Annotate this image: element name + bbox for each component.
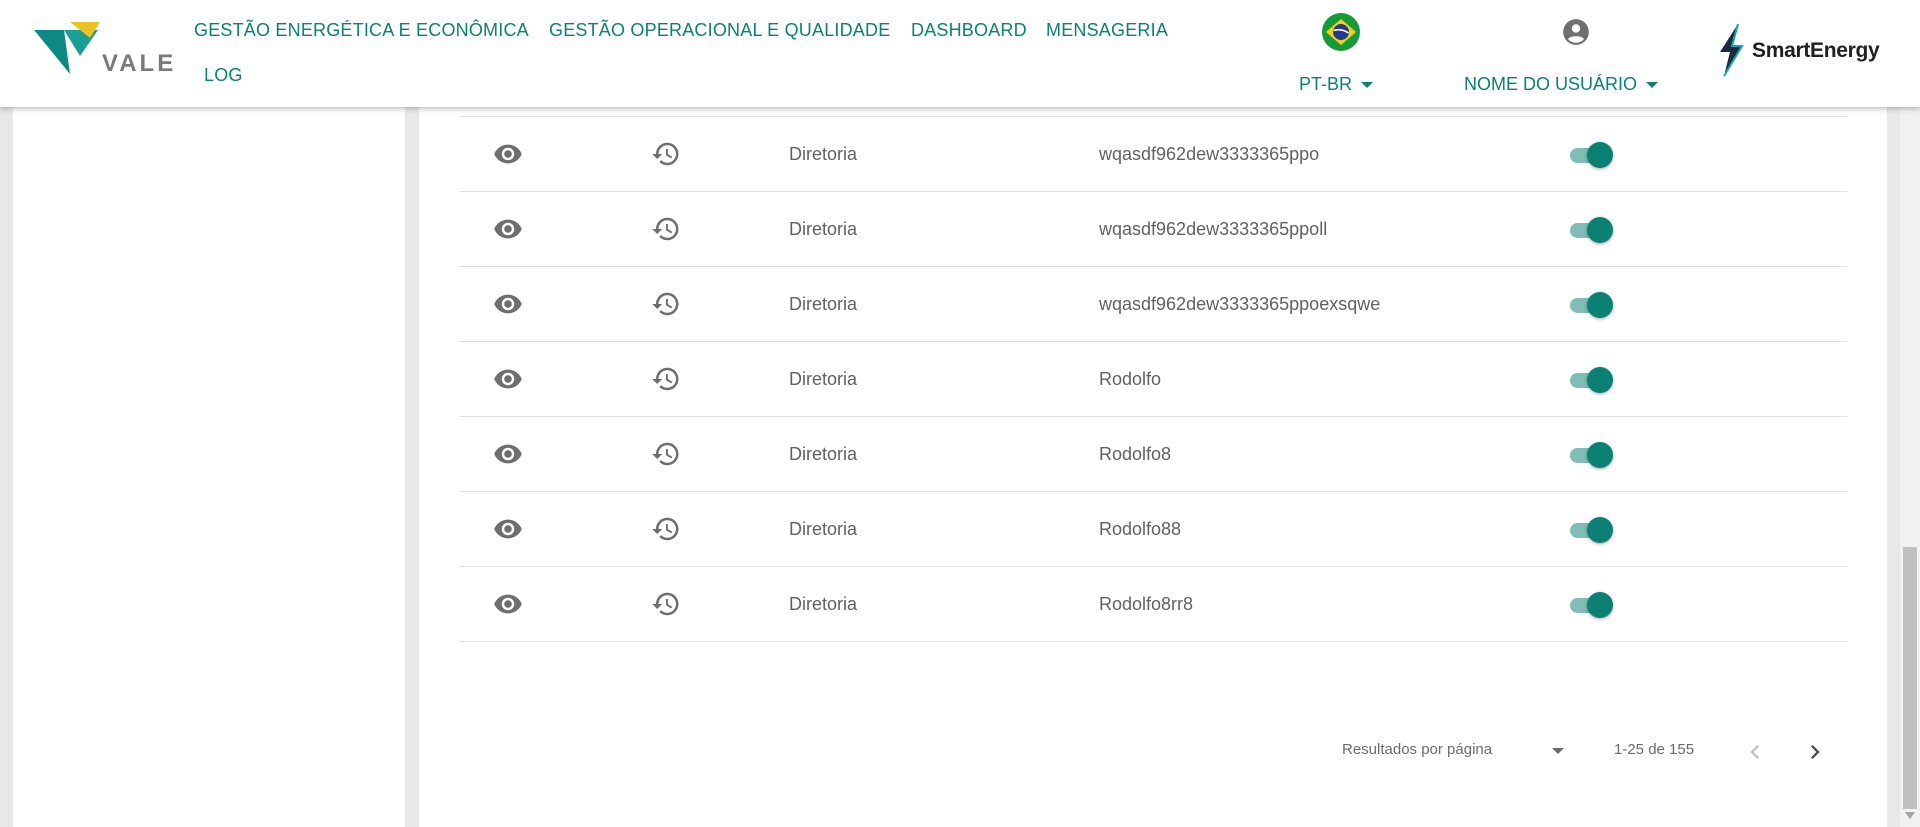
table-row: Diretoria wqasdf962dew3333365ppo: [459, 117, 1847, 192]
eye-icon[interactable]: [493, 417, 523, 491]
table-row: Diretoria Rodolfo8: [459, 417, 1847, 492]
nav-dashboard[interactable]: DASHBOARD: [911, 20, 1027, 41]
previous-page-button[interactable]: [1741, 738, 1769, 766]
active-toggle[interactable]: [1568, 442, 1614, 468]
eye-icon[interactable]: [493, 267, 523, 341]
lightning-bolt-icon: [1720, 23, 1744, 77]
smartenergy-logo-text: SmartEnergy: [1752, 39, 1880, 62]
row-name: Rodolfo88: [1099, 518, 1182, 539]
chevron-down-icon: [1646, 82, 1659, 89]
pagination-range: 1-25 de 155: [1614, 741, 1695, 758]
active-toggle[interactable]: [1568, 217, 1614, 243]
toggle-thumb: [1587, 217, 1613, 243]
table-row: Diretoria Rodolfo: [459, 342, 1847, 417]
vale-logo-icon: [34, 22, 100, 74]
scroll-down-arrow-icon[interactable]: [1905, 812, 1915, 819]
eye-icon[interactable]: [493, 117, 523, 191]
next-page-button[interactable]: [1801, 738, 1829, 766]
nav-log[interactable]: LOG: [204, 65, 243, 86]
chevron-right-icon: [1811, 745, 1820, 759]
top-header: VALE GESTÃO ENERGÉTICA E ECONÔMICA GESTÃ…: [0, 0, 1920, 107]
toggle-thumb: [1587, 517, 1613, 543]
vale-logo[interactable]: VALE: [34, 22, 173, 82]
row-area: Diretoria: [789, 443, 858, 464]
row-name: Rodolfo: [1099, 368, 1162, 389]
side-panel: [13, 107, 405, 827]
row-name: Rodolfo8rr8: [1099, 593, 1194, 614]
row-name: wqasdf962dew3333365ppoll: [1099, 218, 1328, 239]
active-toggle[interactable]: [1568, 367, 1614, 393]
row-area: Diretoria: [789, 218, 858, 239]
row-area: Diretoria: [789, 293, 858, 314]
toggle-thumb: [1587, 142, 1613, 168]
table-row: Diretoria wqasdf962dew3333365ppoexsqwe: [459, 267, 1847, 342]
row-area: Diretoria: [789, 368, 858, 389]
smartenergy-logo: SmartEnergy: [1712, 20, 1887, 80]
scrollbar-thumb[interactable]: [1903, 547, 1917, 809]
chevron-down-icon: [1552, 748, 1564, 754]
history-icon[interactable]: [651, 192, 681, 266]
eye-icon[interactable]: [493, 192, 523, 266]
active-toggle[interactable]: [1568, 142, 1614, 168]
row-name: Rodolfo8: [1099, 443, 1172, 464]
language-selector[interactable]: PT-BR: [1299, 74, 1374, 95]
user-menu[interactable]: NOME DO USUÁRIO: [1464, 74, 1659, 95]
chevron-down-icon: [1361, 82, 1374, 89]
vale-logo-text: VALE: [102, 50, 177, 77]
row-name: wqasdf962dew3333365ppoexsqwe: [1099, 293, 1381, 314]
eye-icon[interactable]: [493, 567, 523, 641]
active-toggle[interactable]: [1568, 517, 1614, 543]
history-icon[interactable]: [651, 417, 681, 491]
history-icon[interactable]: [651, 342, 681, 416]
history-icon[interactable]: [651, 117, 681, 191]
chevron-left-icon: [1750, 745, 1759, 759]
active-toggle[interactable]: [1568, 292, 1614, 318]
nav-gestao-operacional[interactable]: GESTÃO OPERACIONAL E QUALIDADE: [549, 20, 890, 41]
per-page-select[interactable]: [1540, 740, 1580, 762]
toggle-thumb: [1587, 592, 1613, 618]
active-toggle[interactable]: [1568, 592, 1614, 618]
toggle-thumb: [1587, 367, 1613, 393]
table-row: Diretoria Rodolfo88: [459, 492, 1847, 567]
table-row: Diretoria wqasdf962dew3333365ppoll: [459, 192, 1847, 267]
eye-icon[interactable]: [493, 492, 523, 566]
toggle-thumb: [1587, 292, 1613, 318]
history-icon[interactable]: [651, 567, 681, 641]
brazil-flag-icon[interactable]: [1322, 13, 1360, 51]
language-label: PT-BR: [1299, 74, 1353, 94]
nav-gestao-energetica[interactable]: GESTÃO ENERGÉTICA E ECONÔMICA: [194, 20, 529, 41]
eye-icon[interactable]: [493, 342, 523, 416]
account-circle-icon[interactable]: [1562, 18, 1590, 46]
nav-mensageria[interactable]: MENSAGERIA: [1046, 20, 1168, 41]
user-name: NOME DO USUÁRIO: [1464, 74, 1638, 94]
per-page-label: Resultados por página: [1342, 741, 1493, 758]
toggle-thumb: [1587, 442, 1613, 468]
row-name: wqasdf962dew3333365ppo: [1099, 143, 1320, 164]
row-area: Diretoria: [789, 518, 858, 539]
row-area: Diretoria: [789, 143, 858, 164]
row-area: Diretoria: [789, 593, 858, 614]
history-icon[interactable]: [651, 267, 681, 341]
table-row: Diretoria Rodolfo8rr8: [459, 567, 1847, 642]
history-icon[interactable]: [651, 492, 681, 566]
vertical-scrollbar[interactable]: [1900, 107, 1920, 827]
